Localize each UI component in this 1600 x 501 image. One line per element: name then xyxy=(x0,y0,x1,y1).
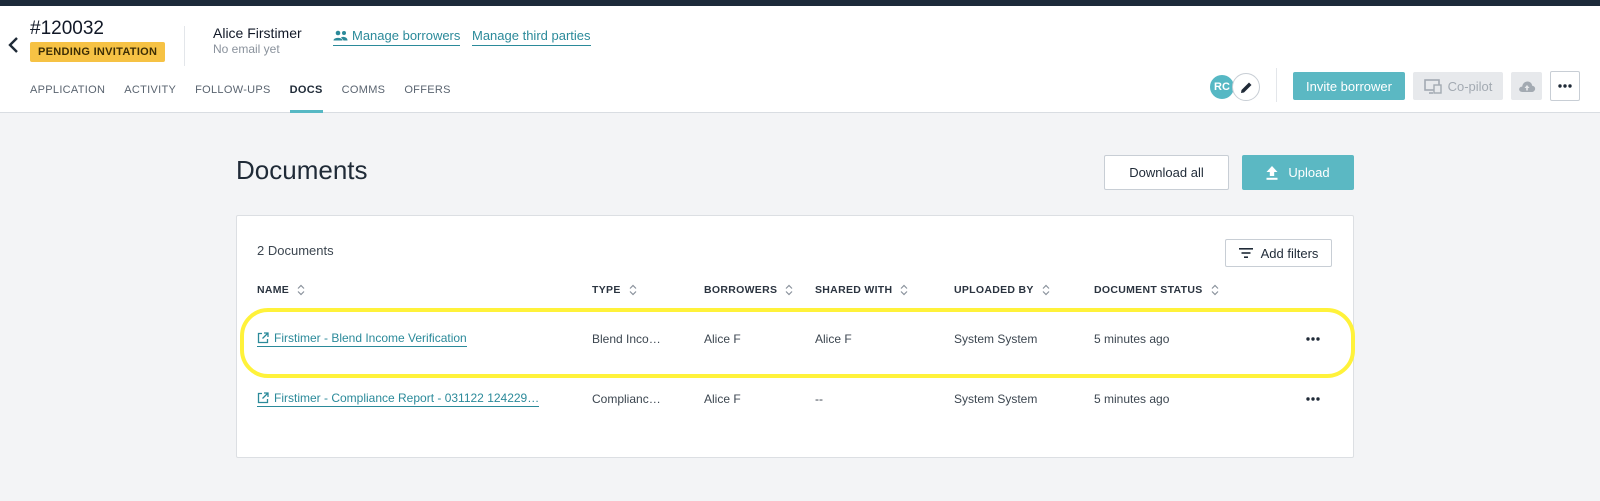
document-link[interactable]: Firstimer - Compliance Report - 031122 1… xyxy=(257,391,540,407)
borrowers-cell: Alice F xyxy=(704,332,741,346)
invite-borrower-button[interactable]: Invite borrower xyxy=(1293,72,1405,100)
shared-with-cell: -- xyxy=(815,392,823,406)
external-link-icon xyxy=(257,332,269,344)
cloud-upload-button[interactable] xyxy=(1511,72,1542,100)
copilot-label: Co-pilot xyxy=(1447,78,1493,94)
status-cell: 5 minutes ago xyxy=(1094,332,1170,346)
name-cell: Firstimer - Blend Income Verification xyxy=(257,309,467,369)
monitor-icon xyxy=(1423,78,1442,94)
document-name: Firstimer - Compliance Report - 031122 1… xyxy=(274,391,540,405)
chevron-left-icon xyxy=(8,37,18,53)
more-options-button[interactable] xyxy=(1550,71,1580,101)
add-filters-label: Add filters xyxy=(1260,245,1319,261)
add-filters-button[interactable]: Add filters xyxy=(1225,239,1332,267)
upload-button[interactable]: Upload xyxy=(1242,155,1354,190)
column-header-label: TYPE xyxy=(592,284,621,296)
row-more-button[interactable] xyxy=(1301,327,1325,351)
column-header-borrowers[interactable]: BORROWERS xyxy=(704,284,793,296)
edit-button[interactable] xyxy=(1232,73,1260,101)
ellipsis-icon xyxy=(1306,337,1320,341)
column-header-label: SHARED WITH xyxy=(815,284,893,296)
column-header-label: UPLOADED BY xyxy=(954,284,1034,296)
borrowers-cell: Alice F xyxy=(704,392,741,406)
tab-follow-ups[interactable]: FOLLOW-UPS xyxy=(195,84,271,113)
column-header-label: DOCUMENT STATUS xyxy=(1094,284,1203,296)
sort-icon xyxy=(785,284,793,296)
column-header-document-status[interactable]: DOCUMENT STATUS xyxy=(1094,284,1219,296)
borrower-email: No email yet xyxy=(213,42,280,56)
tab-application[interactable]: APPLICATION xyxy=(30,84,105,113)
tab-offers[interactable]: OFFERS xyxy=(404,84,450,113)
manage-third-parties-link[interactable]: Manage third parties xyxy=(472,28,591,46)
uploaded-by-cell: System System xyxy=(954,332,1038,346)
tab-bar: APPLICATION ACTIVITY FOLLOW-UPS DOCS COM… xyxy=(30,84,470,113)
status-cell: 5 minutes ago xyxy=(1094,392,1170,406)
external-link-icon xyxy=(257,392,269,404)
column-header-uploaded-by[interactable]: UPLOADED BY xyxy=(954,284,1050,296)
cloud-icon xyxy=(1518,81,1535,92)
loan-id: #120032 xyxy=(30,18,104,39)
sort-icon xyxy=(1042,284,1050,296)
column-header-type[interactable]: TYPE xyxy=(592,284,637,296)
upload-label: Upload xyxy=(1288,165,1330,180)
status-badge: PENDING INVITATION xyxy=(30,42,166,62)
table-row: Firstimer - Blend Income Verification Bl… xyxy=(237,309,1353,369)
sort-icon xyxy=(900,284,908,296)
people-icon xyxy=(333,30,348,41)
column-header-label: BORROWERS xyxy=(704,284,778,296)
manage-borrowers-link[interactable]: Manage borrowers xyxy=(333,28,461,46)
filter-icon xyxy=(1238,248,1253,258)
document-count: 2 Documents xyxy=(257,243,334,258)
page-title: Documents xyxy=(236,155,368,185)
tab-activity[interactable]: ACTIVITY xyxy=(124,84,176,113)
column-header-shared-with[interactable]: SHARED WITH xyxy=(815,284,908,296)
borrower-name: Alice Firstimer xyxy=(213,25,302,41)
column-header-label: NAME xyxy=(257,284,290,296)
shared-with-cell: Alice F xyxy=(815,332,852,346)
name-cell: Firstimer - Compliance Report - 031122 1… xyxy=(257,369,540,429)
back-button[interactable] xyxy=(2,32,24,58)
sort-icon xyxy=(1211,284,1218,296)
table-row: Firstimer - Compliance Report - 031122 1… xyxy=(237,369,1353,429)
column-header-name[interactable]: NAME xyxy=(257,284,305,296)
sort-icon xyxy=(629,284,637,296)
divider xyxy=(184,26,185,66)
row-more-button[interactable] xyxy=(1301,387,1325,411)
manage-borrowers-label: Manage borrowers xyxy=(352,28,461,43)
uploaded-by-cell: System System xyxy=(954,392,1038,406)
sort-icon xyxy=(297,284,305,296)
type-cell: Blend Inco… xyxy=(592,332,661,346)
document-name: Firstimer - Blend Income Verification xyxy=(274,331,467,345)
document-link[interactable]: Firstimer - Blend Income Verification xyxy=(257,331,467,347)
tab-docs[interactable]: DOCS xyxy=(289,84,323,113)
copilot-button[interactable]: Co-pilot xyxy=(1413,72,1503,100)
upload-icon xyxy=(1266,165,1278,180)
documents-card: 2 Documents Add filters NAME TYPE BORROW… xyxy=(236,215,1354,458)
loan-header: #120032 PENDING INVITATION Alice Firstim… xyxy=(0,6,1600,113)
pencil-icon xyxy=(1240,82,1251,93)
ellipsis-icon xyxy=(1306,397,1320,401)
type-cell: Complianc… xyxy=(592,392,661,406)
divider xyxy=(1276,68,1277,102)
download-all-button[interactable]: Download all xyxy=(1104,155,1229,190)
ellipsis-icon xyxy=(1558,84,1572,88)
tab-comms[interactable]: COMMS xyxy=(342,84,386,113)
